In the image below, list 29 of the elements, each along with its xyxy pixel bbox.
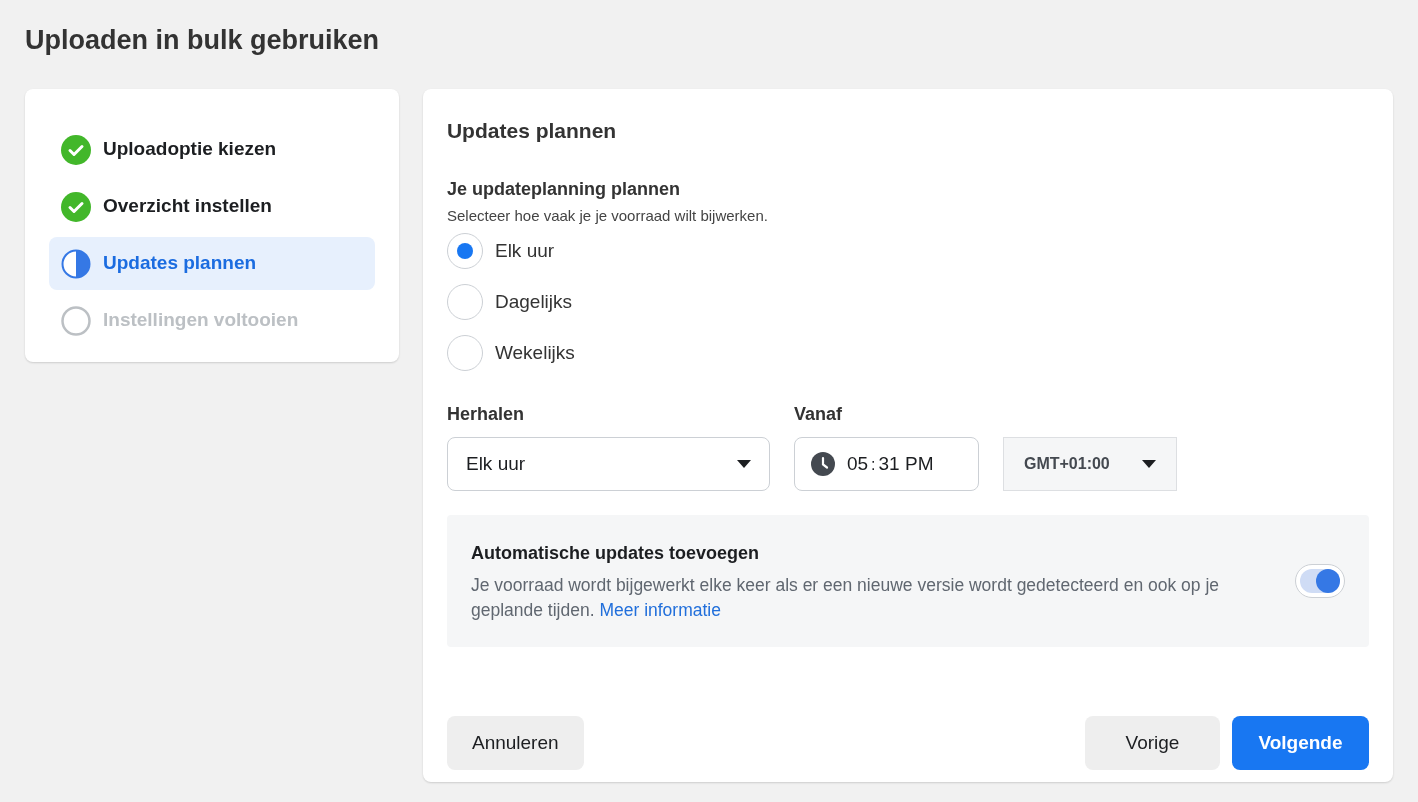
more-info-link[interactable]: Meer informatie: [599, 600, 721, 620]
previous-button[interactable]: Vorige: [1085, 716, 1220, 770]
repeat-label: Herhalen: [446, 403, 525, 426]
clock-icon: [810, 452, 835, 476]
radio-button[interactable]: [446, 335, 483, 371]
timezone-dropdown[interactable]: GMT+01:00: [1002, 437, 1177, 491]
time-value: 05:31 PM: [846, 451, 934, 476]
next-button[interactable]: Volgende: [1232, 716, 1369, 770]
auto-updates-title: Automatische updates toevoegen: [470, 542, 760, 565]
step-item[interactable]: Updates plannen: [49, 237, 375, 290]
auto-updates-toggle[interactable]: [1295, 564, 1345, 598]
step-item[interactable]: Uploadoptie kiezen: [49, 123, 375, 176]
from-label: Vanaf: [793, 403, 843, 426]
caret-icon: [1141, 460, 1156, 468]
time-field[interactable]: 05:31 PM: [793, 437, 979, 491]
repeat-dropdown[interactable]: Elk uur: [446, 437, 770, 491]
page-title: Uploaden in bulk gebruiken: [25, 24, 381, 57]
radio-label: Dagelijks: [494, 289, 573, 314]
radio-label: Elk uur: [494, 238, 555, 263]
schedule-heading: Je updateplanning plannen: [446, 177, 681, 201]
panel-title: Updates plannen: [446, 118, 618, 144]
radio-label: Wekelijks: [494, 340, 575, 365]
step-item[interactable]: Overzicht instellen: [49, 180, 375, 233]
radio-button[interactable]: [446, 284, 483, 320]
caret-icon: [736, 460, 751, 468]
schedule-subtitle: Selecteer hoe vaak je je voorraad wilt bijwerken.: [446, 205, 769, 226]
cancel-button[interactable]: Annuleren: [446, 716, 584, 770]
radio-button[interactable]: [446, 233, 483, 269]
auto-updates-description: Je voorraad wordt bijgewerkt elke keer als er een nieuwe versie wordt gedetecteerd en ook op je geplande tijden. Meer informatie: [470, 574, 1220, 622]
